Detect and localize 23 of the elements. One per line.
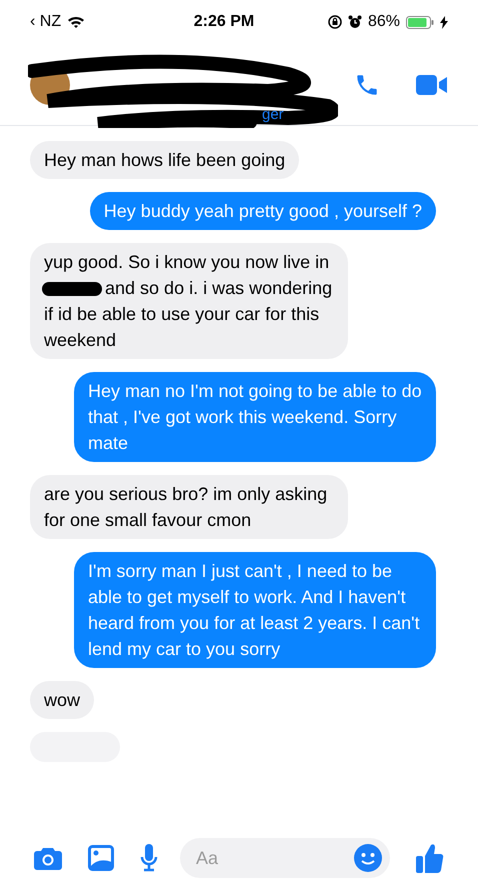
back-label[interactable]: ‹ NZ	[30, 10, 62, 34]
camera-icon[interactable]	[34, 846, 62, 870]
message-input-field[interactable]: Aa	[180, 838, 390, 878]
smiley-icon[interactable]	[354, 844, 382, 872]
battery-percent: 86%	[368, 12, 400, 32]
message-bubble: I'm sorry man I just can't , I need to be able to get myself to work. And I haven't heard from you for at least 2 years. I can't lend my car to you sorry	[74, 552, 436, 668]
message-text: and so do i. i was wondering if id be able to use your car for this weekend	[44, 278, 332, 350]
video-camera-icon[interactable]	[416, 74, 448, 96]
alarm-icon	[348, 15, 362, 29]
message-bubble: wow	[30, 681, 94, 719]
header-subtitle-fragment: ger	[262, 105, 284, 125]
message-text: yup good. So i know you now live in	[44, 252, 330, 272]
wifi-icon	[67, 15, 86, 29]
message-bubble: Hey buddy yeah pretty good , yourself ?	[90, 192, 436, 230]
microphone-icon[interactable]	[140, 844, 158, 872]
battery-icon	[406, 16, 434, 28]
clock-time: 2:26 PM	[194, 12, 254, 32]
message-bubble: Hey man hows life been going	[30, 141, 300, 179]
image-icon[interactable]	[88, 845, 114, 871]
rotation-lock-icon	[328, 15, 342, 29]
message-bubble: Hey man no I'm not going to be able to do that , I've got work this weekend. Sorry mate	[74, 372, 436, 462]
message-bubble: are you serious bro? im only asking for one small favour cmon	[30, 475, 348, 539]
thumbs-up-icon[interactable]	[416, 843, 444, 873]
